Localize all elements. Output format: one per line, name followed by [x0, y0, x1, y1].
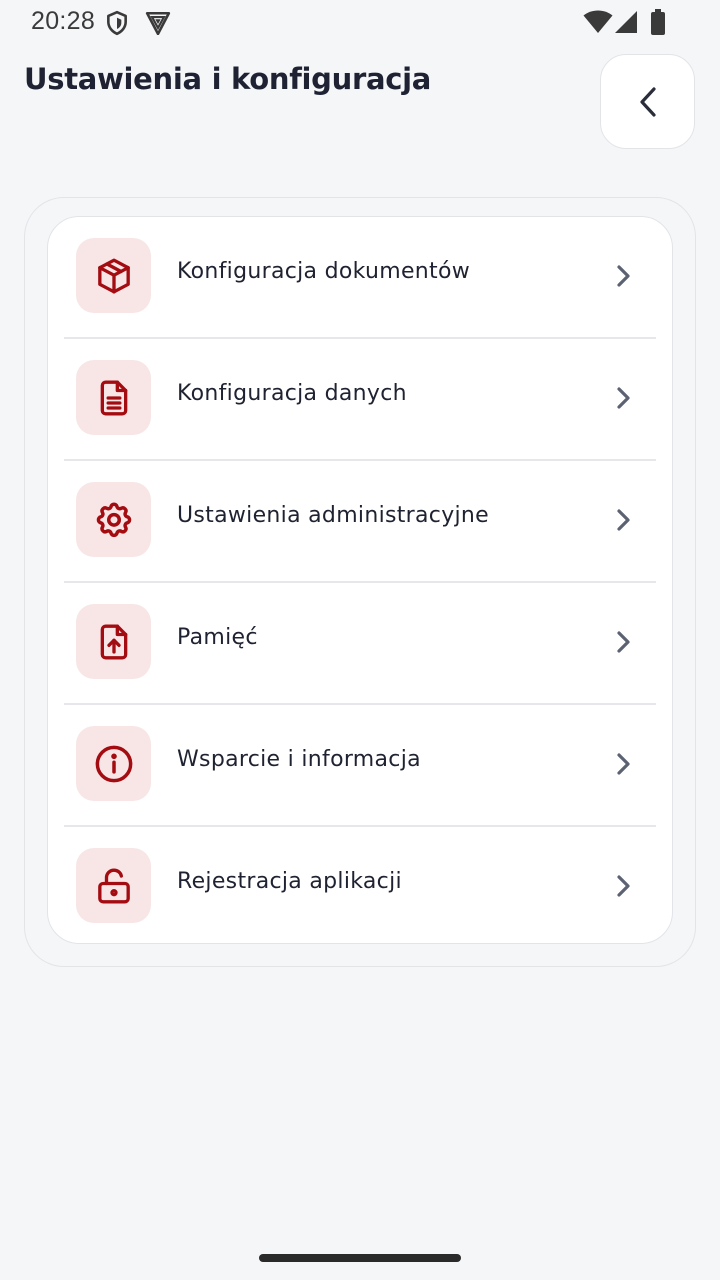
- menu-item-label: Wsparcie i informacja: [177, 747, 421, 772]
- file-upload-icon: [100, 624, 127, 659]
- chevron-right-icon: [617, 753, 630, 775]
- menu-item-label: Konfiguracja danych: [177, 381, 407, 406]
- menu-icon-box: [76, 482, 151, 557]
- chevron-right-icon: [617, 875, 630, 897]
- menu-item-label: Ustawienia administracyjne: [177, 503, 490, 528]
- page-title: Ustawienia i konfiguracja: [24, 62, 432, 96]
- chevron-right-icon: [617, 509, 630, 531]
- settings-menu: Konfiguracja dokumentów Konfiguracja dan…: [47, 216, 673, 944]
- chevron-left-icon: [639, 86, 656, 117]
- settings-screen: 20:28 Ustawienia i konfiguracja Konfigur…: [0, 0, 720, 1280]
- menu-icon-box: [76, 238, 151, 313]
- menu-item-data-configuration[interactable]: Konfiguracja danych: [48, 339, 672, 461]
- chevron-right-icon: [617, 631, 630, 653]
- unlock-icon: [97, 868, 130, 903]
- chevron-right-icon: [617, 387, 630, 409]
- menu-item-support-info[interactable]: Wsparcie i informacja: [48, 705, 672, 827]
- wifi-icon: [583, 10, 613, 33]
- chevron-right-icon: [617, 265, 630, 287]
- menu-item-label: Rejestracja aplikacji: [177, 869, 402, 894]
- menu-icon-box: [76, 360, 151, 435]
- menu-item-document-configuration[interactable]: Konfiguracja dokumentów: [48, 217, 672, 339]
- menu-item-app-registration[interactable]: Rejestracja aplikacji: [48, 827, 672, 943]
- status-time: 20:28: [31, 7, 96, 35]
- settings-card: Konfiguracja dokumentów Konfiguracja dan…: [24, 197, 696, 967]
- menu-icon-box: [76, 848, 151, 923]
- menu-icon-box: [76, 604, 151, 679]
- home-indicator[interactable]: [259, 1254, 461, 1262]
- vpn-shield-icon: [145, 11, 171, 35]
- menu-item-label: Konfiguracja dokumentów: [177, 259, 471, 284]
- menu-item-label: Pamięć: [177, 625, 258, 650]
- status-bar: 20:28: [0, 0, 720, 44]
- info-icon: [95, 745, 132, 782]
- battery-icon: [651, 9, 665, 35]
- box-icon: [97, 258, 130, 293]
- document-icon: [100, 380, 127, 415]
- back-button[interactable]: [600, 54, 695, 149]
- menu-icon-box: [76, 726, 151, 801]
- menu-item-admin-settings[interactable]: Ustawienia administracyjne: [48, 461, 672, 583]
- signal-icon: [615, 11, 637, 33]
- menu-item-storage[interactable]: Pamięć: [48, 583, 672, 705]
- shield-icon: [107, 10, 127, 36]
- gear-icon: [96, 502, 131, 537]
